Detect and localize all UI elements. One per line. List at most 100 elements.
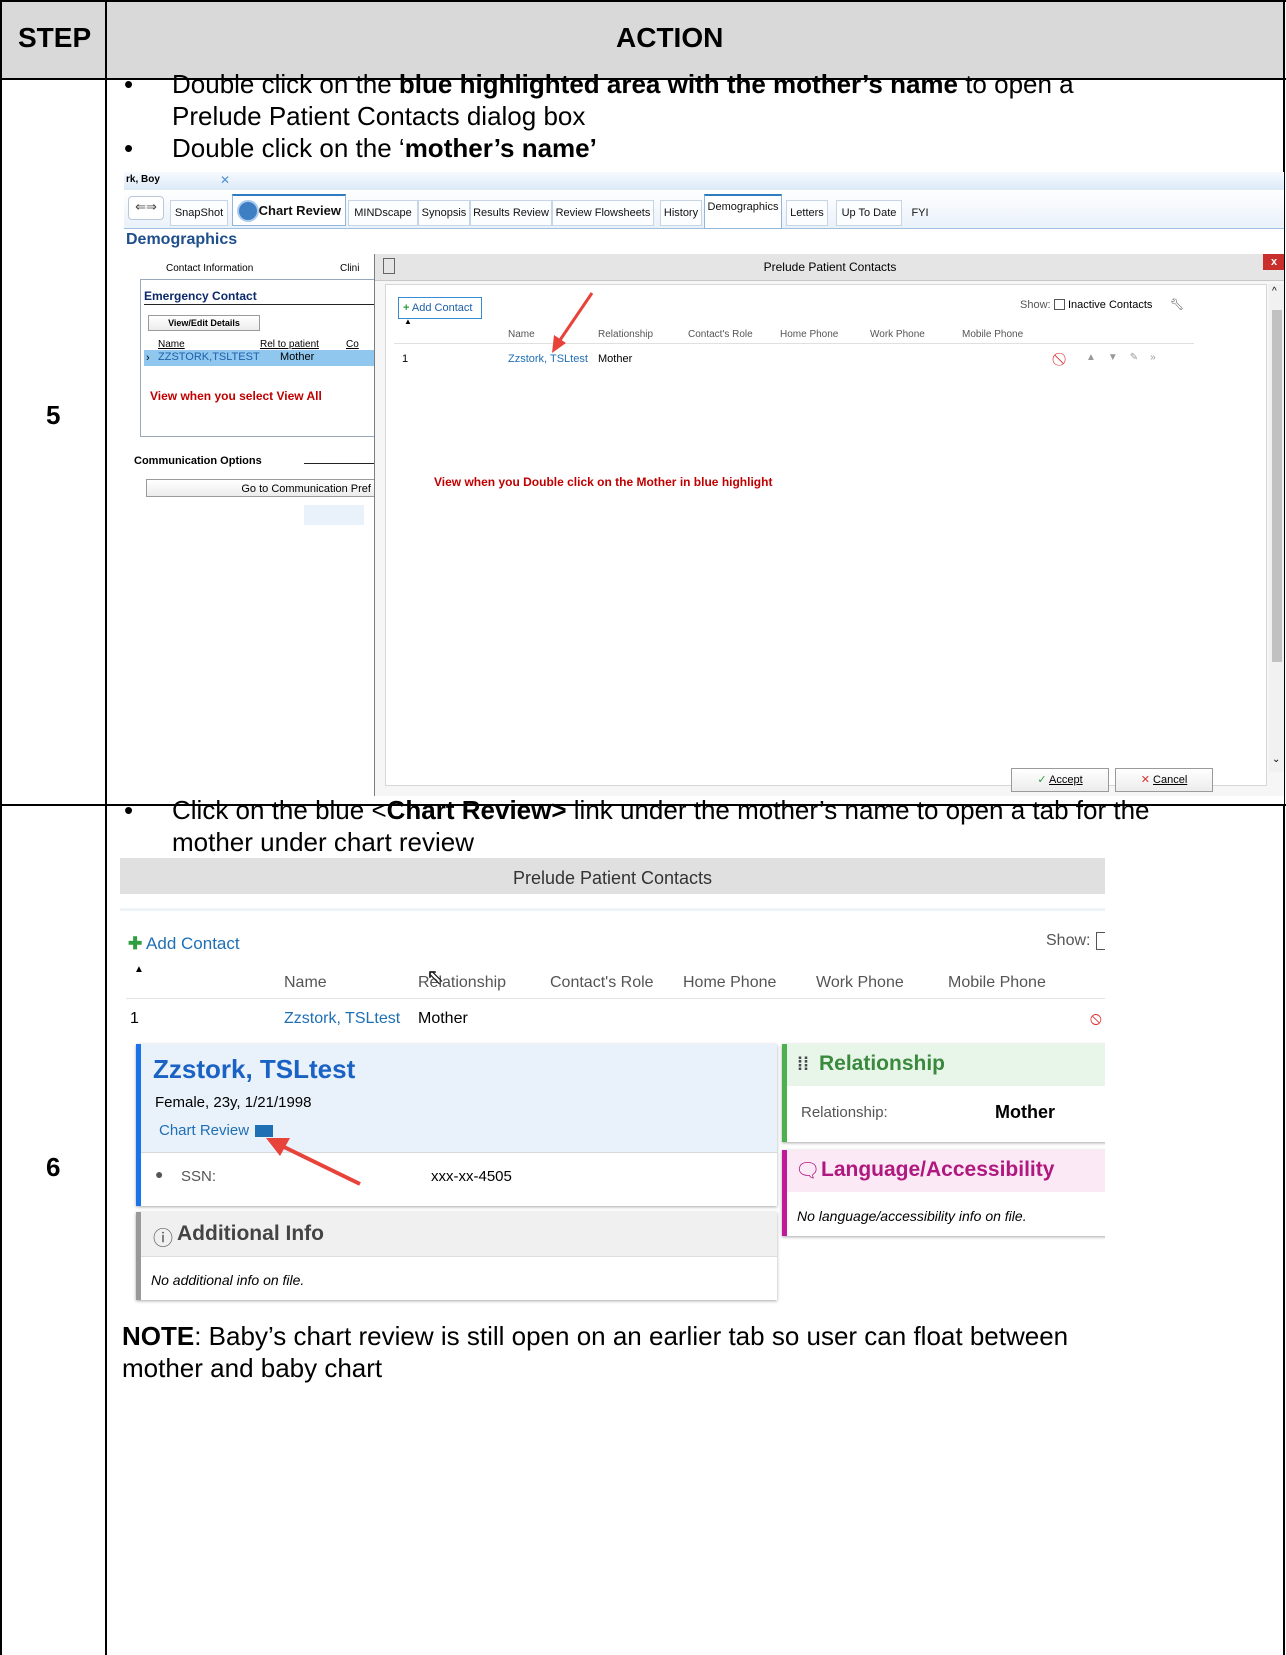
dialog-title-separator [120, 908, 1105, 911]
blank-highlight-strip [304, 505, 364, 525]
communication-options-title: Communication Options [134, 455, 262, 467]
col-mobile-phone: Mobile Phone [962, 329, 1024, 340]
col-name: Name [508, 329, 535, 340]
emergency-contact-underline [144, 304, 374, 305]
col-header-c: Co [346, 339, 359, 350]
chevron-right-icon[interactable]: › [146, 352, 150, 364]
dialog-scrollbar[interactable]: ^ ⌄ [1269, 284, 1284, 772]
language-title: Language/Accessibility [821, 1158, 1055, 1181]
card-divider [141, 1152, 777, 1153]
col-header-name: Name [158, 339, 185, 350]
add-contact-button[interactable]: + Add Contact [398, 297, 482, 319]
chart-review-link[interactable]: Chart Review [159, 1122, 274, 1139]
no-entry-icon[interactable]: ⦸ [1090, 1008, 1102, 1029]
col-name: Name [284, 974, 327, 991]
scroll-down-icon[interactable]: ⌄ [1272, 754, 1280, 765]
col-contacts-role: Contact's Role [550, 974, 654, 991]
header-rule [126, 998, 1105, 999]
dialog-title: Prelude Patient Contacts [512, 868, 713, 888]
patient-tab-name[interactable]: rk, Boy [126, 174, 160, 185]
sort-up-icon[interactable]: ▲ [404, 317, 412, 326]
dialog-title-bar: Prelude Patient Contacts x [375, 254, 1284, 281]
scroll-up-icon[interactable]: ^ [1272, 286, 1277, 297]
additional-info-text: No additional info on file. [151, 1272, 305, 1288]
accept-button[interactable]: ✓ Accept [1011, 768, 1109, 792]
inactive-checkbox[interactable] [1096, 932, 1105, 950]
language-text: No language/accessibility info on file. [797, 1208, 1027, 1224]
row-contact-rel: Mother [418, 1010, 468, 1027]
person-icon: ● [155, 1166, 164, 1182]
table-border-left [0, 0, 2, 1655]
cursor-icon: ⇖ [426, 964, 445, 989]
cancel-button[interactable]: ✕ Cancel [1115, 768, 1213, 792]
tab-review-flowsheets[interactable]: Review Flowsheets [552, 200, 654, 226]
col-relationship: Relationship [598, 329, 654, 340]
col-header-rel: Rel to patient [260, 339, 319, 350]
prelude-contacts-expanded-screenshot: Prelude Patient Contacts ✚ Add Contact S… [120, 858, 1105, 1308]
red-arrow-annotation [266, 1138, 361, 1186]
col-home-phone: Home Phone [683, 974, 777, 991]
tab-demographics[interactable]: Demographics [704, 194, 782, 229]
ssn-value: xxx-xx-4505 [431, 1168, 512, 1185]
additional-info-card: ⓘ Additional Info No additional info on … [136, 1212, 777, 1300]
info-icon: ⓘ [153, 1228, 173, 1250]
x-icon: ✕ [1140, 774, 1150, 786]
note-paragraph: NOTE: Baby’s chart review is still open … [122, 1321, 1069, 1383]
step-number-6: 6 [46, 1152, 61, 1182]
add-contact-link[interactable]: ✚ Add Contact [128, 934, 240, 954]
scroll-thumb[interactable] [1272, 310, 1282, 662]
view-edit-details-button[interactable]: View/Edit Details [148, 315, 260, 331]
header-rule [394, 343, 1194, 344]
step-number-5: 5 [46, 400, 61, 430]
tab-results-review[interactable]: Results Review [470, 200, 552, 226]
emergency-contact-title: Emergency Contact [144, 289, 257, 303]
dialog-body: + Add Contact Show: Inactive Contacts 🔧︎… [385, 284, 1267, 786]
contact-card: Zzstork, TSLtest Female, 23y, 1/21/1998 … [136, 1044, 777, 1206]
mother-row-rel[interactable]: Mother [280, 351, 314, 363]
red-arrow-annotation [552, 292, 594, 353]
header-step: STEP [18, 22, 92, 53]
header-action: ACTION [616, 22, 724, 53]
sub-tab-clinical[interactable]: Clini [340, 263, 359, 274]
tab-history[interactable]: History [660, 200, 702, 226]
dialog-title: Prelude Patient Contacts [763, 260, 897, 274]
table-border-top [0, 0, 1286, 2]
close-icon[interactable]: x [1263, 254, 1284, 270]
language-card: 🗨︎ Language/Accessibility No language/ac… [782, 1150, 1105, 1236]
tab-up-to-date[interactable]: Up To Date [836, 200, 902, 226]
relationship-card: ⁞⁞ Relationship Relationship: Mother [782, 1044, 1105, 1142]
note-view-all: View when you select View All [150, 389, 322, 403]
row-contact-name[interactable]: Zzstork, TSLtest [284, 1010, 400, 1028]
col-contacts-role: Contact's Role [688, 329, 753, 340]
tab-snapshot[interactable]: SnapShot [170, 200, 228, 226]
speech-bubble-icon: 🗨︎ [795, 1160, 821, 1182]
table-column-divider [105, 0, 107, 1655]
relationship-title: Relationship [819, 1052, 946, 1075]
additional-info-title: Additional Info [177, 1222, 324, 1245]
show-label: Show: [1020, 299, 1051, 311]
page-title: Demographics [126, 231, 238, 248]
tab-fyi[interactable]: FYI [906, 200, 934, 226]
patient-tab-bar: rk, Boy ✕ [124, 172, 1284, 191]
plus-icon: ✚ [128, 934, 143, 953]
wrench-icon[interactable]: 🔧︎ [1170, 298, 1184, 311]
col-work-phone: Work Phone [816, 974, 904, 991]
note-double-click: View when you Double click on the Mother… [434, 475, 773, 489]
sort-up-icon[interactable]: ▲ [134, 964, 144, 975]
tab-mindscape[interactable]: MINDscape [348, 200, 418, 226]
close-icon[interactable]: ✕ [220, 173, 230, 187]
tab-synopsis[interactable]: Synopsis [418, 200, 470, 226]
tab-chart-review[interactable]: Chart Review [232, 194, 346, 226]
plus-icon: + [403, 302, 410, 314]
sub-tab-contact-information[interactable]: Contact Information [166, 263, 253, 274]
tab-letters[interactable]: Letters [786, 200, 828, 226]
row-number: 1 [130, 1010, 139, 1027]
back-forward-icon[interactable]: ⇐⇒ [128, 196, 164, 220]
check-icon: ✓ [1037, 774, 1047, 786]
mother-row-name[interactable]: ZZSTORK,TSLTEST [158, 351, 260, 363]
go-to-communication-button[interactable]: Go to Communication Pref [146, 479, 376, 497]
inactive-contacts-label[interactable]: Inactive Contacts [1068, 299, 1152, 311]
inactive-contacts-checkbox[interactable] [1054, 299, 1065, 310]
contact-name: Zzstork, TSLtest [153, 1054, 356, 1084]
row-action-icons[interactable]: ▲▼✎» [1086, 352, 1168, 363]
